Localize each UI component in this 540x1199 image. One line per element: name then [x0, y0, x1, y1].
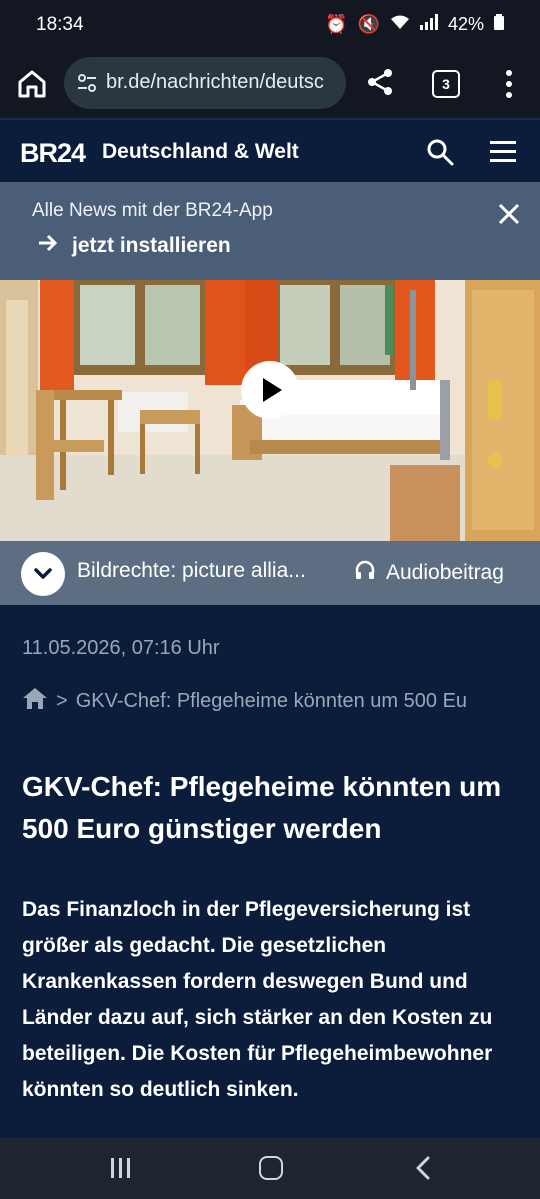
- image-caption-bar: Bildrechte: picture allia... Audiobeitra…: [0, 541, 540, 605]
- breadcrumb-current: GKV-Chef: Pflegeheime könnten um 500 Eu: [75, 689, 468, 712]
- share-icon[interactable]: [364, 66, 396, 98]
- home-breadcrumb-icon[interactable]: [22, 686, 48, 716]
- expand-caption-button[interactable]: [21, 552, 65, 596]
- breadcrumb-separator: >: [56, 689, 68, 712]
- status-time: 18:34: [36, 14, 84, 35]
- banner-text: Alle News mit der BR24-App: [32, 200, 273, 221]
- back-icon[interactable]: [414, 1156, 432, 1180]
- play-video-button[interactable]: [241, 361, 299, 419]
- status-icons: ⏰ 🔇 42%: [325, 14, 504, 35]
- status-bar: 18:34 ⏰ 🔇 42%: [0, 0, 540, 52]
- url-text[interactable]: br.de/nachrichten/deutsc: [106, 71, 324, 94]
- tab-switcher-button[interactable]: 3: [432, 70, 460, 98]
- install-app-link[interactable]: jetzt installieren: [38, 234, 231, 258]
- close-banner-icon[interactable]: [497, 202, 521, 226]
- hamburger-menu-icon[interactable]: [490, 140, 516, 164]
- mute-icon: 🔇: [357, 14, 380, 34]
- alarm-icon: ⏰: [325, 14, 348, 34]
- article-date: 11.05.2026, 07:16 Uhr: [22, 637, 220, 659]
- audio-article-label: Audiobeitrag: [386, 561, 504, 584]
- search-icon[interactable]: [426, 138, 454, 166]
- install-app-label: jetzt installieren: [72, 234, 231, 257]
- headphones-icon: [354, 559, 376, 587]
- site-settings-icon[interactable]: [76, 72, 98, 94]
- address-bar[interactable]: br.de/nachrichten/deutsc: [64, 57, 346, 109]
- article-teaser: Das Finanzloch in der Pflegeversicherung…: [22, 898, 493, 1101]
- arrow-right-icon: [38, 234, 58, 258]
- more-options-icon[interactable]: [502, 68, 516, 100]
- br24-logo[interactable]: BR24: [20, 138, 86, 169]
- recent-apps-icon[interactable]: [109, 1158, 133, 1178]
- site-header: BR24 Deutschland & Welt: [0, 118, 540, 184]
- audio-article-button[interactable]: Audiobeitrag: [354, 559, 504, 587]
- browser-toolbar: br.de/nachrichten/deutsc 3: [0, 52, 540, 118]
- home-nav-icon[interactable]: [259, 1156, 283, 1180]
- breadcrumb: > GKV-Chef: Pflegeheime könnten um 500 E…: [22, 686, 467, 716]
- section-title[interactable]: Deutschland & Welt: [102, 140, 299, 164]
- battery-icon: [494, 14, 504, 35]
- signal-icon: [419, 14, 438, 35]
- wifi-icon: [390, 14, 410, 35]
- battery-text: 42%: [447, 14, 484, 34]
- app-install-banner: Alle News mit der BR24-App jetzt install…: [0, 182, 540, 280]
- article-headline: GKV-Chef: Pflegeheime könnten um 500 Eur…: [22, 771, 502, 844]
- image-credit: Bildrechte: picture allia...: [77, 559, 306, 582]
- chevron-down-icon: [34, 568, 52, 579]
- play-icon: [263, 378, 282, 402]
- home-icon[interactable]: [14, 66, 50, 102]
- system-navigation-bar: [0, 1138, 540, 1199]
